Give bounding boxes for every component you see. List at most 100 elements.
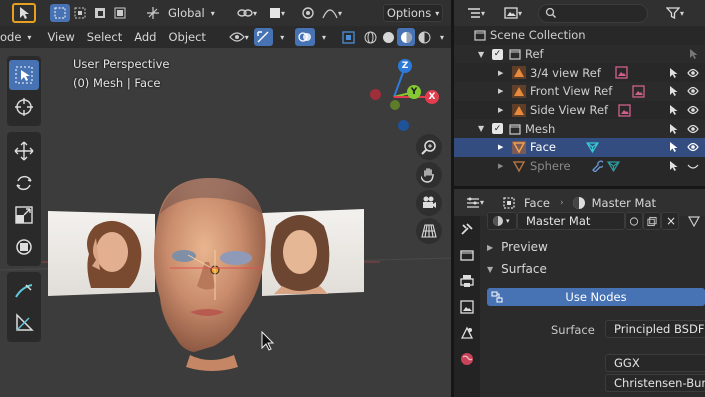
expand-arrow-icon[interactable]: ▶ — [498, 143, 512, 151]
material-browse-button[interactable]: ▾ — [487, 212, 517, 230]
measure-tool[interactable] — [9, 308, 39, 338]
menu-object[interactable]: Object — [162, 28, 211, 46]
include-checkbox[interactable]: ✓ — [492, 48, 503, 60]
camera-view-button[interactable] — [416, 190, 442, 216]
display-mode-button[interactable]: ▾ — [498, 4, 528, 22]
tree-item-34-view-ref[interactable]: ▶ 3/4 view Ref — [454, 63, 705, 82]
tab-scene[interactable] — [454, 320, 480, 346]
tree-item-sphere-object[interactable]: ▶ Sphere — [454, 157, 705, 176]
expand-arrow-icon[interactable]: ▶ — [498, 69, 512, 77]
distribution-dropdown[interactable]: GGX — [605, 354, 705, 372]
tab-tool[interactable] — [454, 216, 480, 242]
transform-orientation-icon[interactable] — [144, 4, 162, 22]
tree-item-face-object[interactable]: ▶ Face — [454, 138, 705, 157]
surface-panel-header[interactable]: ▼ Surface — [481, 258, 547, 280]
properties-editor-type-button[interactable]: ▾ — [460, 194, 490, 212]
preview-panel-header[interactable]: ▶ Preview — [481, 236, 548, 258]
zoom-button[interactable] — [416, 134, 442, 160]
menu-select[interactable]: Select — [81, 28, 128, 46]
axis-x-handle[interactable]: X — [425, 90, 439, 104]
eye-closed-icon[interactable] — [687, 161, 699, 171]
options-dropdown[interactable]: Options ▾ — [383, 4, 443, 22]
axis-z-handle[interactable]: Z — [398, 59, 412, 73]
fake-user-button[interactable] — [625, 212, 643, 230]
3d-viewport[interactable]: Global ▾ ▾ ▾ ▾ Options ▾ ode ▾ View Sele… — [0, 0, 451, 397]
selectable-arrow-icon[interactable] — [669, 123, 679, 135]
surface-shader-field[interactable]: Principled BSDF — [605, 320, 705, 338]
gizmo-toggle-button[interactable] — [253, 28, 274, 46]
rotate-tool[interactable] — [9, 168, 39, 198]
eye-icon[interactable] — [687, 142, 699, 152]
selectable-arrow-icon[interactable] — [669, 67, 679, 79]
selectable-arrow-icon[interactable] — [689, 48, 699, 60]
shading-solid-button[interactable] — [379, 28, 397, 46]
material-link-button[interactable] — [685, 212, 703, 230]
tab-render[interactable] — [454, 242, 480, 268]
annotate-tool[interactable] — [9, 276, 39, 306]
axis-neg-x-handle[interactable] — [370, 89, 381, 100]
material-name-field[interactable]: Master Mat — [517, 212, 625, 230]
expand-arrow-icon[interactable]: ▶ — [498, 106, 512, 114]
eye-icon[interactable] — [687, 105, 699, 115]
gizmo-dropdown-button[interactable]: ▾ — [273, 28, 291, 46]
axis-y-handle[interactable]: Y — [407, 85, 421, 99]
move-tool[interactable] — [9, 136, 39, 166]
tree-item-scene-collection[interactable]: Scene Collection — [454, 26, 705, 45]
unlink-material-button[interactable]: × — [661, 212, 679, 230]
transform-orientation-dropdown[interactable]: Global ▾ — [162, 4, 222, 22]
perspective-toggle-button[interactable] — [416, 218, 442, 244]
menu-add[interactable]: Add — [128, 28, 162, 46]
snap-target-button[interactable]: ▾ — [262, 4, 292, 22]
shading-material-button[interactable] — [397, 28, 416, 46]
outliner-search-field[interactable] — [538, 3, 648, 23]
filter-button[interactable]: ▾ — [662, 4, 688, 22]
outliner-editor-type-button[interactable]: ▾ — [460, 4, 492, 22]
axis-neg-y-handle[interactable] — [390, 100, 400, 110]
shading-dropdown-button[interactable]: ▾ — [433, 28, 451, 46]
select-box-tool[interactable] — [9, 60, 39, 90]
include-checkbox[interactable]: ✓ — [492, 123, 503, 135]
mode-dropdown[interactable]: ode ▾ — [0, 28, 37, 46]
pivot-point-button[interactable]: ▾ — [232, 4, 262, 22]
select-mode-intersect-button[interactable] — [110, 4, 130, 22]
menu-view[interactable]: View — [41, 28, 80, 46]
scale-tool[interactable] — [9, 200, 39, 230]
cursor-tool[interactable] — [9, 92, 39, 122]
transform-tool[interactable] — [9, 232, 39, 262]
collapse-arrow-icon[interactable]: ▼ — [478, 124, 492, 133]
proportional-edit-button[interactable] — [298, 4, 318, 22]
expand-arrow-icon[interactable]: ▶ — [498, 87, 512, 95]
select-mode-extend-button[interactable] — [70, 4, 90, 22]
selectable-arrow-icon[interactable] — [669, 104, 679, 116]
tab-view-layer[interactable] — [454, 294, 480, 320]
overlays-toggle-button[interactable] — [295, 28, 316, 46]
tree-item-front-view-ref[interactable]: ▶ Front View Ref — [454, 82, 705, 101]
overlays-dropdown-button[interactable]: ▾ — [315, 28, 333, 46]
tree-item-mesh-collection[interactable]: ▼ ✓ Mesh — [454, 119, 705, 139]
editor-type-button[interactable] — [12, 3, 36, 23]
eye-icon[interactable] — [687, 124, 699, 134]
selectable-arrow-icon[interactable] — [669, 85, 679, 97]
select-mode-new-button[interactable] — [50, 4, 70, 22]
select-mode-subtract-button[interactable] — [90, 4, 110, 22]
selectable-arrow-icon[interactable] — [669, 160, 679, 172]
duplicate-material-button[interactable] — [643, 212, 661, 230]
expand-arrow-icon[interactable]: ▶ — [498, 162, 512, 170]
falloff-button[interactable]: ▾ — [318, 4, 346, 22]
tab-output[interactable] — [454, 268, 480, 294]
collapse-arrow-icon[interactable]: ▼ — [478, 50, 492, 59]
pan-button[interactable] — [416, 162, 442, 188]
navigation-gizmo[interactable]: Z Y X — [360, 55, 450, 145]
tree-item-side-view-ref[interactable]: ▶ Side View Ref — [454, 101, 705, 120]
selectable-arrow-icon[interactable] — [669, 141, 679, 153]
subsurface-method-dropdown[interactable]: Christensen-Burl... — [605, 374, 705, 392]
tab-world[interactable] — [454, 346, 480, 372]
xray-toggle-button[interactable] — [339, 28, 357, 46]
visibility-button[interactable]: ▾ — [224, 28, 254, 46]
eye-icon[interactable] — [687, 68, 699, 78]
tree-item-ref-collection[interactable]: ▼ ✓ Ref — [454, 44, 705, 64]
shading-wireframe-button[interactable] — [361, 28, 379, 46]
axis-neg-z-handle[interactable] — [398, 120, 409, 131]
shading-rendered-button[interactable] — [415, 28, 433, 46]
eye-icon[interactable] — [687, 86, 699, 96]
